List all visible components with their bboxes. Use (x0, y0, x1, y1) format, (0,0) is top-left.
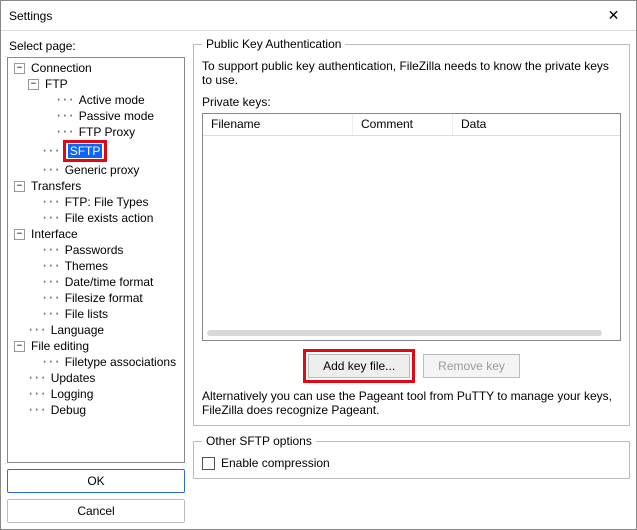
add-key-file-button[interactable]: Add key file... (308, 354, 410, 378)
tree-file-editing[interactable]: − File editing (12, 338, 184, 354)
right-panel: Public Key Authentication To support pub… (193, 37, 630, 523)
tree-ftp-proxy[interactable]: ···FTP Proxy (40, 124, 184, 140)
tree-logging[interactable]: ···Logging (12, 386, 184, 402)
tree-datetime[interactable]: ···Date/time format (26, 274, 184, 290)
col-comment[interactable]: Comment (353, 114, 453, 135)
left-panel: Select page: − Connection − FTP (7, 37, 185, 523)
tree-filetype-assoc[interactable]: ···Filetype associations (26, 354, 184, 370)
close-button[interactable]: ✕ (591, 1, 636, 31)
dialog-body: Select page: − Connection − FTP (1, 31, 636, 529)
tree-file-exists[interactable]: ···File exists action (26, 210, 184, 226)
enable-compression-checkbox[interactable] (202, 457, 215, 470)
horizontal-scrollbar[interactable] (207, 330, 602, 336)
tree-transfers[interactable]: − Transfers (12, 178, 184, 194)
titlebar: Settings ✕ (1, 1, 636, 31)
tree-passive-mode[interactable]: ···Passive mode (40, 108, 184, 124)
close-icon: ✕ (608, 7, 620, 24)
page-tree[interactable]: − Connection − FTP ···Active mode (7, 57, 185, 463)
tree-connection[interactable]: − Connection (12, 60, 184, 76)
col-filename[interactable]: Filename (203, 114, 353, 135)
remove-key-button: Remove key (423, 354, 520, 378)
col-data[interactable]: Data (453, 114, 620, 135)
collapse-icon[interactable]: − (14, 229, 25, 240)
tree-file-types[interactable]: ···FTP: File Types (26, 194, 184, 210)
tree-passwords[interactable]: ···Passwords (26, 242, 184, 258)
ok-button[interactable]: OK (7, 469, 185, 493)
enable-compression-label: Enable compression (221, 456, 330, 470)
settings-window: Settings ✕ Select page: − Connection (0, 0, 637, 530)
tree-filesize[interactable]: ···Filesize format (26, 290, 184, 306)
annotation-highlight: Add key file... (303, 349, 415, 383)
tree-filelists[interactable]: ···File lists (26, 306, 184, 322)
annotation-highlight: SFTP (63, 140, 108, 162)
cancel-button[interactable]: Cancel (7, 499, 185, 523)
tree-interface[interactable]: − Interface (12, 226, 184, 242)
other-sftp-group: Other SFTP options Enable compression (193, 434, 630, 479)
select-page-label: Select page: (9, 39, 185, 53)
table-body (203, 136, 620, 326)
tree-sftp[interactable]: ··· SFTP (26, 140, 184, 162)
tree-themes[interactable]: ···Themes (26, 258, 184, 274)
private-keys-label: Private keys: (202, 95, 621, 109)
collapse-icon[interactable]: − (14, 63, 25, 74)
other-legend: Other SFTP options (202, 434, 316, 448)
table-header: Filename Comment Data (203, 114, 620, 136)
tree-debug[interactable]: ···Debug (12, 402, 184, 418)
tree-updates[interactable]: ···Updates (12, 370, 184, 386)
tree-ftp[interactable]: − FTP (26, 76, 184, 92)
window-title: Settings (9, 9, 52, 23)
pka-legend: Public Key Authentication (202, 37, 345, 51)
tree-active-mode[interactable]: ···Active mode (40, 92, 184, 108)
tree-generic-proxy[interactable]: ···Generic proxy (26, 162, 184, 178)
collapse-icon[interactable]: − (14, 341, 25, 352)
pka-description: To support public key authentication, Fi… (202, 59, 621, 87)
tree-language[interactable]: ···Language (12, 322, 184, 338)
pageant-note: Alternatively you can use the Pageant to… (202, 389, 621, 417)
collapse-icon[interactable]: − (14, 181, 25, 192)
public-key-auth-group: Public Key Authentication To support pub… (193, 37, 630, 426)
collapse-icon[interactable]: − (28, 79, 39, 90)
private-keys-table[interactable]: Filename Comment Data (202, 113, 621, 341)
